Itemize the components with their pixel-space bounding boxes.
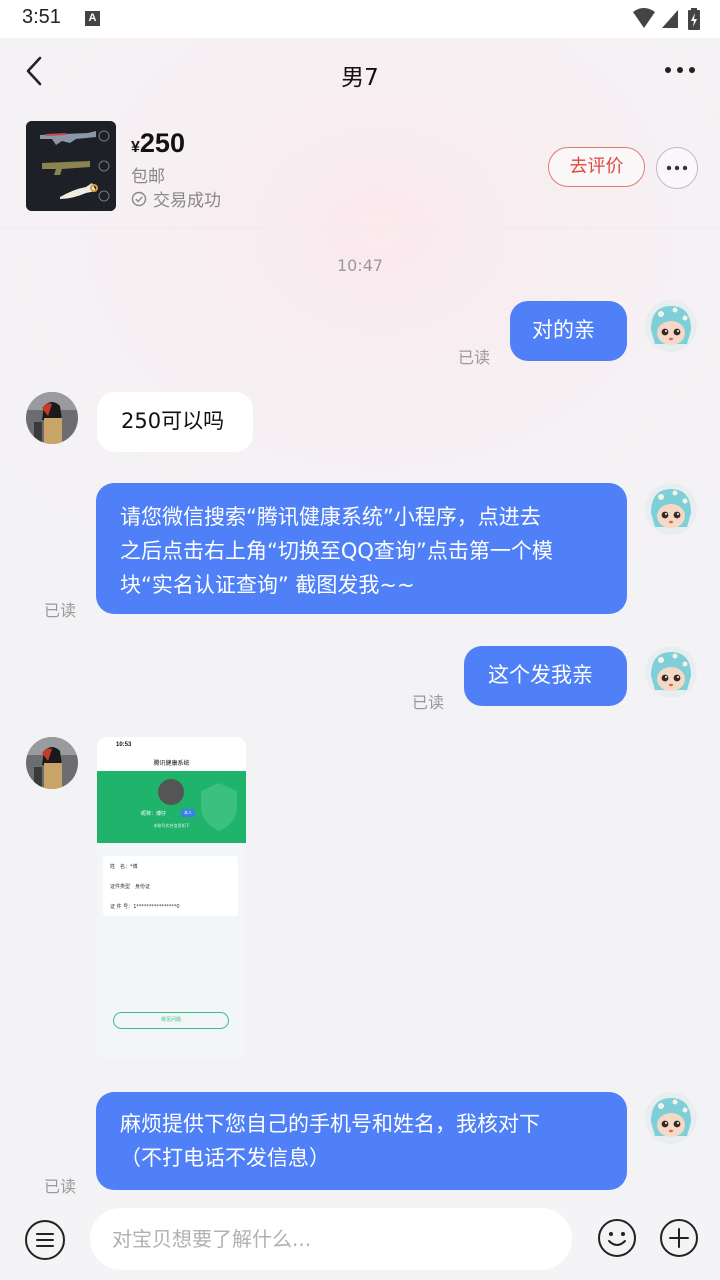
- message-bubble-me[interactable]: 对的亲: [510, 301, 627, 361]
- shared-idno-value: 1****************0: [133, 904, 180, 910]
- shared-image-title: 腾讯健康系统: [153, 760, 190, 767]
- shared-image-greeting: 昵称：博仔: [141, 811, 167, 817]
- product-price: ¥250: [131, 128, 185, 159]
- deal-status-text: 交易成功: [153, 191, 221, 211]
- message-text: 对的亲: [532, 318, 595, 342]
- read-receipt: 已读: [44, 1177, 77, 1196]
- contact-avatar[interactable]: [26, 392, 78, 444]
- read-receipt: 已读: [412, 693, 445, 712]
- message-line: 之后点击右上角“切换至QQ查询”点击第一个模: [120, 539, 553, 563]
- image-message[interactable]: 10:53 腾讯健康系统 昵称：博仔 本人 本账号实名信息如下 姓 名：*博 证…: [97, 737, 246, 1060]
- contact-avatar[interactable]: [26, 737, 78, 789]
- shared-image-avatar: [158, 779, 184, 805]
- shared-name-label: 姓 名：: [110, 864, 131, 870]
- accessibility-a-icon: A: [85, 11, 100, 26]
- message-input[interactable]: 对宝贝想要了解什么...: [90, 1208, 572, 1270]
- shared-image-note: 本账号实名信息如下: [153, 823, 190, 828]
- shared-name-value: *博: [130, 864, 138, 870]
- cell-signal-icon: [662, 10, 678, 28]
- message-line: （不打电话不发信息）: [120, 1146, 330, 1170]
- price-currency: ¥: [131, 139, 140, 156]
- shared-idno-label: 证 件 号：: [110, 904, 134, 910]
- status-bar: 3:51 A: [0, 0, 720, 38]
- shared-idtype-label: 证件类型: [110, 884, 131, 890]
- read-receipt: 已读: [44, 601, 77, 620]
- check-circle-icon: [131, 191, 147, 206]
- add-attachment-icon[interactable]: [659, 1218, 699, 1258]
- shared-image-time: 10:53: [116, 742, 132, 748]
- my-avatar[interactable]: [645, 483, 697, 535]
- product-thumbnail[interactable]: [26, 121, 116, 211]
- nav-bar: 男7: [0, 38, 720, 104]
- read-receipt: 已读: [458, 348, 491, 367]
- message-bubble-me[interactable]: 请您微信搜索“腾讯健康系统”小程序，点进去 之后点击右上角“切换至QQ查询”点击…: [96, 483, 627, 614]
- deal-status: 交易成功: [131, 186, 221, 211]
- shared-faq-button: 常见问题: [113, 1012, 229, 1029]
- message-bubble-me[interactable]: 这个发我亲: [464, 646, 627, 706]
- my-avatar[interactable]: [645, 646, 697, 698]
- message-line: 麻烦提供下您自己的手机号和姓名，我核对下: [120, 1112, 540, 1136]
- message-bubble-me[interactable]: 麻烦提供下您自己的手机号和姓名，我核对下 （不打电话不发信息）: [96, 1092, 627, 1190]
- product-card[interactable]: ¥250 包邮 交易成功 去评价: [0, 104, 720, 228]
- message-text: 这个发我亲: [488, 663, 593, 687]
- message-text: 250可以吗: [121, 409, 225, 433]
- more-dots-icon: [666, 165, 688, 171]
- product-more-button[interactable]: [656, 147, 698, 189]
- shipping-label: 包邮: [131, 167, 165, 187]
- battery-icon: [688, 8, 700, 30]
- my-avatar[interactable]: [645, 1092, 697, 1144]
- message-line: 请您微信搜索“腾讯健康系统”小程序，点进去: [120, 505, 541, 529]
- menu-lines-icon: [36, 1233, 54, 1247]
- chat-title: 男7: [341, 65, 379, 91]
- menu-button[interactable]: [25, 1220, 65, 1260]
- wifi-icon: [633, 8, 655, 28]
- status-time: 3:51: [22, 6, 61, 28]
- message-bubble-them[interactable]: 250可以吗: [97, 392, 253, 452]
- shared-image-badge: 本人: [181, 809, 195, 817]
- price-value: 250: [139, 128, 185, 158]
- review-button[interactable]: 去评价: [548, 147, 645, 187]
- more-options-icon[interactable]: [662, 58, 698, 82]
- my-avatar[interactable]: [645, 300, 697, 352]
- emoji-icon[interactable]: [597, 1218, 637, 1258]
- message-line: 块“实名认证查询” 截图发我~~: [120, 573, 415, 597]
- input-bar: 对宝贝想要了解什么...: [0, 1196, 720, 1280]
- chat-timestamp: 10:47: [336, 256, 384, 275]
- shared-idtype-value: 身份证: [135, 884, 151, 890]
